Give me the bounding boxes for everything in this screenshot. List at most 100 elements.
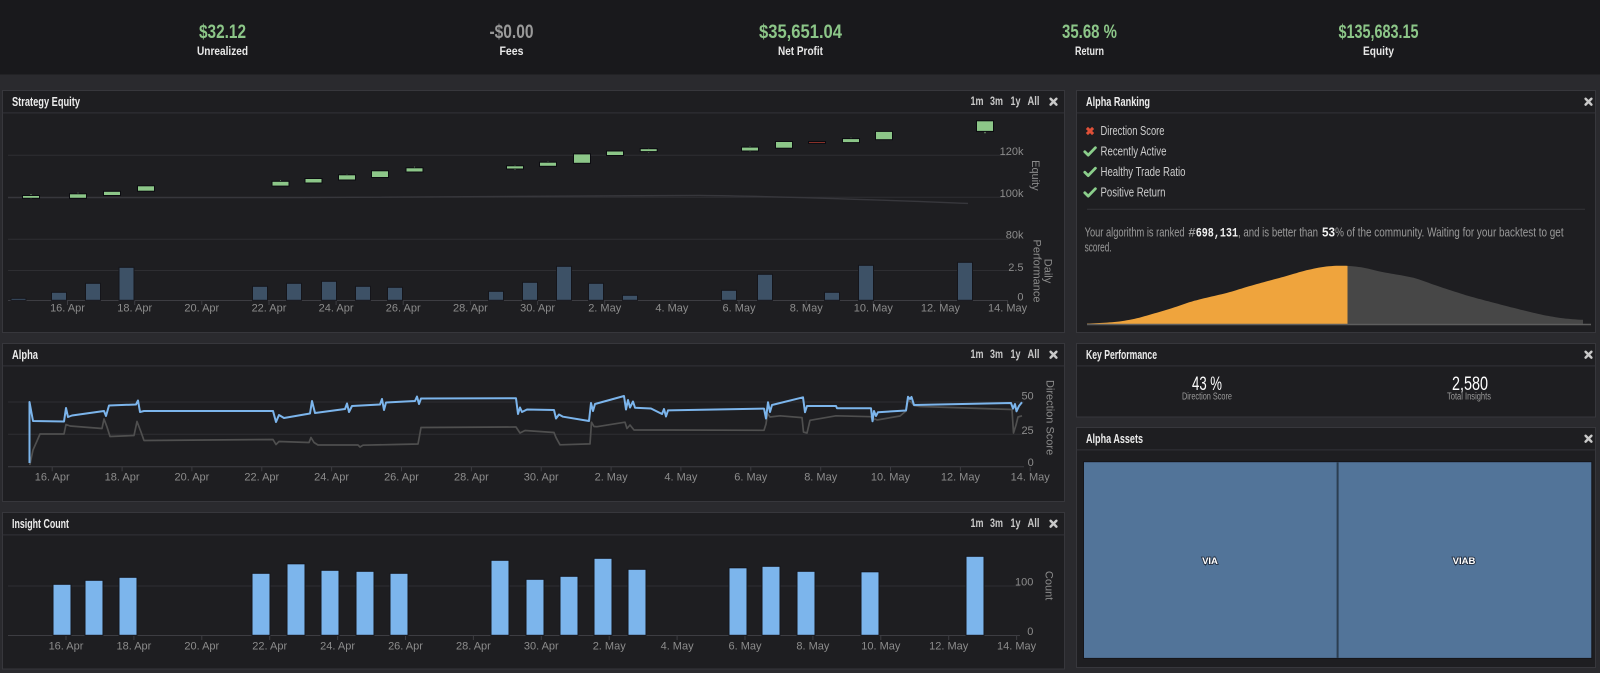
svg-text:All: All — [1028, 96, 1040, 108]
svg-text:0: 0 — [1028, 457, 1034, 469]
svg-text:1m: 1m — [971, 349, 984, 361]
svg-text:26. Apr: 26. Apr — [388, 641, 423, 653]
svg-text:16. Apr: 16. Apr — [49, 641, 84, 653]
svg-text:30. Apr: 30. Apr — [524, 471, 559, 483]
svg-text:Your algorithm is ranked: Your algorithm is ranked — [1085, 226, 1185, 240]
svg-text:2. May: 2. May — [595, 471, 629, 483]
svg-text:Direction Score: Direction Score — [1044, 380, 1056, 455]
svg-text:6. May: 6. May — [722, 303, 756, 315]
svg-text:3m: 3m — [990, 518, 1003, 530]
svg-text:12. May: 12. May — [941, 471, 981, 483]
svg-text:53: 53 — [1322, 226, 1335, 240]
svg-text:14. May: 14. May — [1011, 471, 1051, 483]
svg-text:Equity: Equity — [1029, 160, 1041, 191]
svg-text:30. Apr: 30. Apr — [524, 641, 559, 653]
svg-text:2. May: 2. May — [593, 641, 627, 653]
svg-text:Alpha Ranking: Alpha Ranking — [1086, 94, 1150, 109]
svg-text:Equity: Equity — [1363, 44, 1394, 58]
svg-text:1m: 1m — [971, 518, 984, 530]
svg-text:scored.: scored. — [1085, 241, 1112, 255]
svg-text:18. Apr: 18. Apr — [116, 641, 151, 653]
svg-text:25: 25 — [1021, 425, 1033, 437]
svg-text:1y: 1y — [1011, 96, 1021, 108]
svg-text:Direction Score: Direction Score — [1182, 392, 1232, 403]
svg-text:0: 0 — [1027, 626, 1033, 638]
svg-text:Net Profit: Net Profit — [778, 44, 823, 58]
svg-text:$32.12: $32.12 — [199, 22, 246, 43]
svg-text:100k: 100k — [1000, 188, 1024, 200]
svg-text:Positive Return: Positive Return — [1101, 186, 1166, 200]
svg-text:22. Apr: 22. Apr — [244, 471, 279, 483]
svg-text:120k: 120k — [1000, 146, 1024, 158]
svg-text:Key Performance: Key Performance — [1086, 347, 1157, 362]
svg-text:10. May: 10. May — [871, 471, 911, 483]
svg-text:100: 100 — [1015, 577, 1033, 589]
svg-text:4. May: 4. May — [655, 303, 689, 315]
svg-text:, and is better than: , and is better than — [1238, 226, 1318, 240]
svg-text:Alpha Assets: Alpha Assets — [1086, 431, 1143, 446]
svg-text:16. Apr: 16. Apr — [35, 471, 70, 483]
svg-text:26. Apr: 26. Apr — [386, 303, 421, 315]
svg-text:80k: 80k — [1006, 230, 1024, 242]
svg-text:14. May: 14. May — [988, 303, 1028, 315]
svg-text:1m: 1m — [971, 96, 984, 108]
svg-text:20. Apr: 20. Apr — [184, 641, 219, 653]
svg-text:22. Apr: 22. Apr — [252, 303, 287, 315]
svg-text:698,131: 698,131 — [1196, 227, 1238, 241]
svg-text:Unrealized: Unrealized — [197, 44, 248, 58]
svg-text:26. Apr: 26. Apr — [384, 471, 419, 483]
svg-text:0: 0 — [1017, 291, 1023, 303]
svg-text:12. May: 12. May — [921, 303, 961, 315]
svg-text:Insight Count: Insight Count — [12, 516, 69, 531]
svg-text:4. May: 4. May — [661, 641, 695, 653]
svg-text:3m: 3m — [990, 96, 1003, 108]
svg-text:22. Apr: 22. Apr — [252, 641, 287, 653]
svg-text:Strategy Equity: Strategy Equity — [12, 94, 81, 109]
svg-text:20. Apr: 20. Apr — [174, 471, 209, 483]
svg-text:% of the community. Waiting fo: % of the community. Waiting for your bac… — [1335, 226, 1564, 240]
svg-text:8. May: 8. May — [796, 641, 830, 653]
svg-text:6. May: 6. May — [734, 471, 768, 483]
svg-text:1y: 1y — [1011, 349, 1021, 361]
svg-text:2.5: 2.5 — [1008, 262, 1023, 274]
svg-text:Count: Count — [1043, 571, 1055, 600]
svg-text:10. May: 10. May — [861, 641, 901, 653]
svg-text:Performance: Performance — [1031, 240, 1043, 303]
svg-text:8. May: 8. May — [790, 303, 824, 315]
svg-text:28. Apr: 28. Apr — [454, 471, 489, 483]
svg-text:24. Apr: 24. Apr — [319, 303, 354, 315]
svg-text:Total Insights: Total Insights — [1447, 392, 1491, 403]
svg-text:18. Apr: 18. Apr — [105, 471, 140, 483]
svg-text:$135,683.15: $135,683.15 — [1339, 22, 1419, 43]
svg-text:28. Apr: 28. Apr — [456, 641, 491, 653]
svg-text:3m: 3m — [990, 349, 1003, 361]
svg-text:Direction Score: Direction Score — [1101, 124, 1165, 138]
svg-text:4. May: 4. May — [664, 471, 698, 483]
svg-text:50: 50 — [1021, 390, 1033, 402]
svg-text:$35,651.04: $35,651.04 — [759, 22, 842, 43]
svg-text:Fees: Fees — [500, 44, 524, 58]
svg-text:8. May: 8. May — [804, 471, 838, 483]
svg-text:-$0.00: -$0.00 — [490, 22, 534, 43]
svg-text:All: All — [1028, 349, 1040, 361]
svg-text:35.68 %: 35.68 % — [1062, 22, 1117, 43]
svg-text:14. May: 14. May — [997, 641, 1037, 653]
svg-text:Healthy Trade Ratio: Healthy Trade Ratio — [1101, 165, 1186, 179]
svg-text:Recently Active: Recently Active — [1101, 145, 1167, 159]
svg-text:Alpha: Alpha — [12, 347, 39, 362]
svg-text:1y: 1y — [1011, 518, 1021, 530]
svg-text:All: All — [1028, 518, 1040, 530]
svg-text:16. Apr: 16. Apr — [50, 303, 85, 315]
svg-text:2. May: 2. May — [588, 303, 622, 315]
svg-text:12. May: 12. May — [929, 641, 969, 653]
svg-text:Return: Return — [1075, 44, 1104, 58]
svg-text:10. May: 10. May — [854, 303, 894, 315]
svg-text:VIA: VIA — [1202, 556, 1218, 567]
svg-text:30. Apr: 30. Apr — [520, 303, 555, 315]
svg-text:24. Apr: 24. Apr — [320, 641, 355, 653]
svg-text:20. Apr: 20. Apr — [184, 303, 219, 315]
svg-text:VIAB: VIAB — [1453, 556, 1476, 567]
svg-text:18. Apr: 18. Apr — [117, 303, 152, 315]
svg-text:24. Apr: 24. Apr — [314, 471, 349, 483]
svg-text:28. Apr: 28. Apr — [453, 303, 488, 315]
